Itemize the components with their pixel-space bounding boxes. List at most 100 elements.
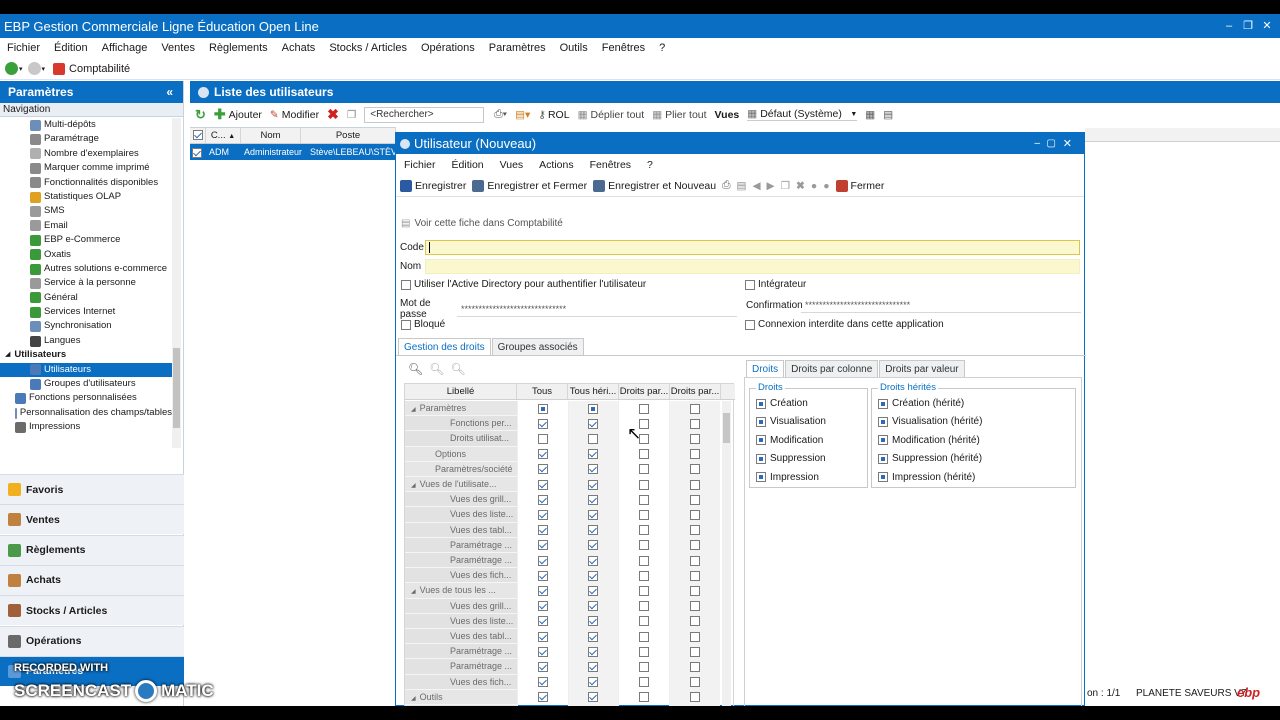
tous-herites-checkbox[interactable] — [588, 662, 599, 673]
droits-colonne-checkbox[interactable] — [639, 510, 650, 521]
collapse-panel-icon[interactable]: « — [166, 85, 173, 99]
first-icon[interactable]: ● — [811, 180, 817, 192]
droits-valeur-checkbox[interactable] — [690, 403, 701, 414]
menu-item-3[interactable]: Ventes — [154, 42, 202, 54]
tree-scrollbar[interactable] — [172, 118, 181, 448]
col-poste[interactable]: Poste — [301, 128, 396, 143]
droits-valeur-checkbox[interactable] — [690, 692, 701, 703]
col-nom[interactable]: Nom — [241, 128, 301, 143]
rights-row[interactable]: Options — [405, 446, 721, 462]
search-input[interactable]: <Rechercher> — [364, 106, 485, 123]
comptabilite-link[interactable]: Comptabilité — [69, 63, 130, 75]
last-icon[interactable]: ● — [823, 180, 829, 192]
row-expander-icon[interactable]: ◢ — [411, 483, 416, 489]
back-dropdown-icon[interactable]: ▾ — [19, 65, 23, 73]
rights-row[interactable]: ◢ Paramètres — [405, 401, 721, 417]
rights-row[interactable]: Vues des tabl... — [405, 629, 720, 645]
col-tous-herites[interactable]: Tous héri... — [568, 384, 619, 399]
droits-colonne-checkbox[interactable] — [639, 646, 650, 657]
dialog-maximize-icon[interactable]: ▢ — [1047, 138, 1056, 149]
tree-item[interactable]: Général — [0, 291, 172, 305]
rights-row[interactable]: Vues des liste... — [405, 507, 720, 523]
zoom-out-icon[interactable]: 🔍︎ — [450, 362, 465, 376]
minimize-icon[interactable]: – — [1220, 17, 1238, 35]
tous-herites-checkbox[interactable] — [588, 434, 599, 445]
droits-valeur-checkbox[interactable] — [690, 418, 701, 429]
tous-checkbox[interactable] — [537, 449, 548, 460]
tree-item[interactable]: Fonctionnalités disponibles — [0, 176, 172, 190]
tous-herites-checkbox[interactable] — [588, 479, 599, 490]
tree-item[interactable]: Langues — [0, 334, 172, 348]
menu-item-0[interactable]: Fichier — [0, 42, 47, 54]
droit-item[interactable]: Suppression — [756, 453, 826, 464]
rights-row[interactable]: ◢ Vues de tous les ... — [405, 583, 721, 599]
restore-icon[interactable]: ❐ — [1239, 17, 1257, 35]
tous-checkbox[interactable] — [537, 434, 548, 445]
droits-colonne-checkbox[interactable] — [639, 479, 650, 490]
tree-item[interactable]: ◢ Utilisateurs — [0, 348, 172, 362]
tab-groupes-associes[interactable]: Groupes associés — [491, 338, 584, 356]
code-input[interactable] — [425, 240, 1080, 255]
row-expander-icon[interactable]: ◢ — [411, 407, 416, 413]
rights-scrollbar-thumb[interactable] — [723, 413, 730, 443]
tous-checkbox[interactable] — [537, 494, 548, 505]
dialog-menu-item-3[interactable]: Actions — [531, 159, 581, 171]
droits-valeur-checkbox[interactable] — [690, 570, 701, 581]
tree-item[interactable]: Autres solutions e-commerce — [0, 262, 172, 276]
droits-valeur-checkbox[interactable] — [690, 646, 701, 657]
menu-item-9[interactable]: Outils — [553, 42, 595, 54]
no-connection-row[interactable]: Connexion interdite dans cette applicati… — [745, 319, 944, 330]
droit-herite-checkbox[interactable] — [878, 472, 888, 483]
blocked-row[interactable]: Bloqué — [401, 319, 445, 330]
rights-row[interactable]: ◢ Outils — [405, 689, 721, 705]
rights-row[interactable]: Vues des grill... — [405, 492, 720, 508]
droits-colonne-checkbox[interactable] — [639, 692, 650, 703]
droit-item[interactable]: Création — [756, 398, 808, 409]
tous-checkbox[interactable] — [537, 677, 548, 688]
dialog-menu-item-0[interactable]: Fichier — [396, 159, 444, 171]
forward-dropdown-icon[interactable]: ▾ — [42, 65, 46, 73]
tree-item[interactable]: Multi-dépôts — [0, 118, 172, 132]
nav-button[interactable]: Favoris — [0, 474, 184, 504]
nom-input[interactable] — [425, 259, 1080, 274]
back-icon[interactable] — [5, 62, 18, 75]
save-new-button[interactable]: Enregistrer et Nouveau — [593, 179, 716, 192]
tous-herites-checkbox[interactable] — [588, 464, 599, 475]
collapse-all-button[interactable]: ▦ Plier tout — [652, 109, 706, 121]
tree-item[interactable]: Fonctions personnalisées — [0, 391, 172, 405]
droits-colonne-checkbox[interactable] — [639, 540, 650, 551]
menu-item-2[interactable]: Affichage — [95, 42, 155, 54]
integrator-checkbox[interactable] — [745, 279, 755, 290]
dialog-menu-item-5[interactable]: ? — [639, 159, 661, 171]
col-libelle[interactable]: Libellé — [405, 384, 517, 399]
tree-item[interactable]: Oxatis — [0, 248, 172, 262]
view-select[interactable]: ▦ Défaut (Système) ▼ — [747, 108, 858, 121]
dialog-delete-icon[interactable]: ✖ — [796, 180, 805, 192]
droit-herite-item[interactable]: Création (hérité) — [878, 398, 964, 409]
droit-checkbox[interactable] — [756, 453, 766, 464]
droits-colonne-checkbox[interactable] — [639, 494, 650, 505]
row-expander-icon[interactable]: ◢ — [411, 696, 416, 702]
rights-row[interactable]: Sauvegarde — [405, 705, 720, 706]
tous-checkbox[interactable] — [537, 479, 548, 490]
tous-herites-checkbox[interactable] — [588, 510, 599, 521]
rights-row[interactable]: Droits utilisat... — [405, 431, 720, 447]
save-button[interactable]: Enregistrer — [400, 179, 466, 192]
next-icon[interactable]: ▶ — [767, 180, 775, 192]
droit-checkbox[interactable] — [756, 472, 766, 483]
blocked-checkbox[interactable] — [401, 319, 411, 330]
close-button[interactable]: Fermer — [835, 179, 884, 192]
close-icon[interactable]: ✕ — [1258, 17, 1276, 35]
droits-colonne-checkbox[interactable] — [639, 586, 650, 597]
droit-checkbox[interactable] — [756, 435, 766, 446]
droits-valeur-checkbox[interactable] — [690, 662, 701, 673]
expander-icon[interactable]: ◢ — [5, 348, 10, 362]
tree-item[interactable]: Nombre d'exemplaires — [0, 147, 172, 161]
export-icon[interactable]: ▤▾ — [515, 109, 530, 121]
droits-colonne-checkbox[interactable] — [639, 601, 650, 612]
droits-colonne-checkbox[interactable] — [639, 616, 650, 627]
tous-herites-checkbox[interactable] — [588, 494, 599, 505]
droit-herite-checkbox[interactable] — [878, 416, 888, 427]
droit-item[interactable]: Visualisation — [756, 416, 826, 427]
edit-button[interactable]: ✎ Modifier — [270, 109, 319, 121]
